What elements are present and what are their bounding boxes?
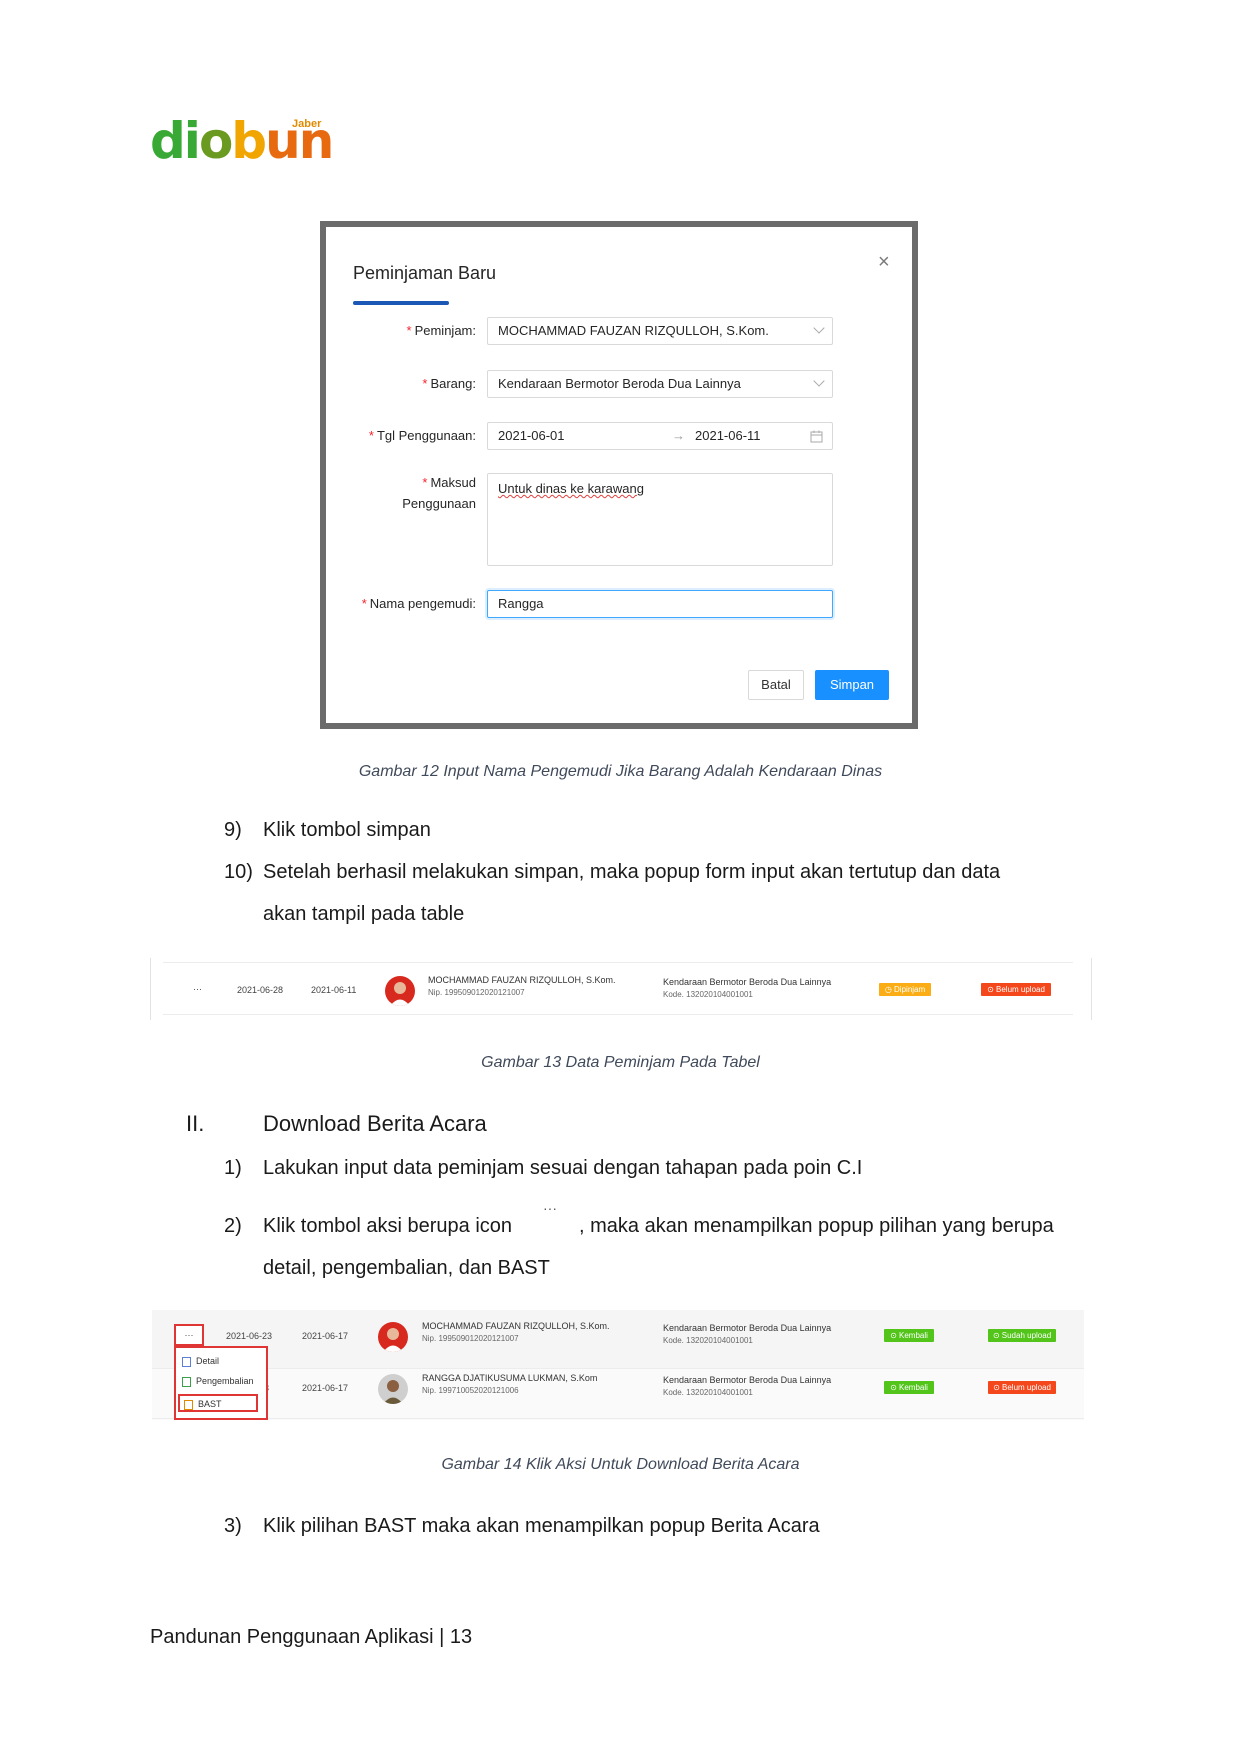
- figure-12-screenshot: Peminjaman Baru × * Peminjam: MOCHAMMAD F…: [320, 221, 918, 729]
- figure-14-screenshot: ··· 2021-06-23 2021-06-17 MOCHAMMAD FAUZ…: [152, 1310, 1084, 1420]
- action-button[interactable]: ···: [174, 1324, 204, 1346]
- more-icon: ···: [543, 1200, 557, 1216]
- pengemudi-label: * Nama pengemudi:: [361, 596, 476, 611]
- step-2-text-pre: Klik tombol aksi berupa icon: [263, 1215, 513, 1237]
- maksud-label: * Maksud Penggunaan: [402, 475, 476, 511]
- return-icon: [182, 1376, 191, 1387]
- borrower-name: RANGGA DJATIKUSUMA LUKMAN, S.Kom: [422, 1373, 598, 1383]
- menu-item-pengembalian[interactable]: Pengembalian: [182, 1376, 254, 1387]
- action-button[interactable]: ···: [193, 984, 202, 994]
- item-code: Kode. 132020104001001: [663, 990, 753, 999]
- step-9-text: Klik tombol simpan: [263, 819, 431, 841]
- item-code: Kode. 132020104001001: [663, 1388, 753, 1397]
- avatar: [378, 1374, 408, 1404]
- step-10-number: 10): [224, 861, 253, 883]
- close-icon[interactable]: ×: [878, 251, 890, 274]
- upload-badge: ⊙ Belum upload: [988, 1381, 1056, 1394]
- step-2-text-line2: detail, pengembalian, dan BAST: [263, 1257, 550, 1279]
- row-divider: [163, 962, 1073, 963]
- save-button[interactable]: Simpan: [815, 670, 889, 700]
- peminjam-label: * Peminjam:: [406, 323, 476, 338]
- borrower-nip: Nip. 199710052020121006: [422, 1386, 519, 1395]
- step-2-number: 2): [224, 1215, 242, 1237]
- modal-title: Peminjaman Baru: [353, 263, 497, 283]
- date-start[interactable]: 2021-06-01: [498, 428, 565, 443]
- item-name: Kendaraan Bermotor Beroda Dua Lainnya: [663, 1323, 832, 1333]
- date-start: 2021-06-28: [237, 985, 284, 995]
- date-end: 2021-06-17: [302, 1331, 349, 1341]
- maksud-textarea[interactable]: Untuk dinas ke karawang: [487, 473, 833, 566]
- logo-sub: Jaber: [292, 118, 322, 130]
- step-1-number: 1): [224, 1157, 242, 1179]
- pengemudi-input[interactable]: Rangga: [487, 590, 833, 618]
- borrower-nip: Nip. 199509012020121007: [428, 988, 525, 997]
- row-divider: [152, 1418, 1084, 1419]
- page-footer: Pandunan Penggunaan Aplikasi | 13: [150, 1626, 473, 1648]
- detail-icon: [182, 1356, 191, 1367]
- modal-title-underline: [353, 301, 449, 305]
- barang-select[interactable]: Kendaraan Bermotor Beroda Dua Lainnya: [487, 370, 833, 398]
- step-10-text-line2: akan tampil pada table: [263, 903, 465, 925]
- menu-item-bast[interactable]: BAST: [178, 1394, 258, 1412]
- calendar-icon: [810, 430, 823, 443]
- peminjam-value: MOCHAMMAD FAUZAN RIZQULLOH, S.Kom.: [498, 323, 769, 338]
- chevron-down-icon: [813, 322, 825, 334]
- figure-13-screenshot: ··· 2021-06-28 2021-06-11 MOCHAMMAD FAUZ…: [150, 958, 1092, 1020]
- date-start: 2021-06-23: [226, 1331, 273, 1341]
- step-9-number: 9): [224, 819, 242, 841]
- cancel-button[interactable]: Batal: [748, 670, 804, 700]
- section-number: II.: [186, 1111, 205, 1136]
- item-name: Kendaraan Bermotor Beroda Dua Lainnya: [663, 1375, 832, 1385]
- step-2-text-post: , maka akan menampilkan popup pilihan ya…: [579, 1215, 1054, 1237]
- row-divider: [163, 1014, 1073, 1015]
- date-range-picker[interactable]: 2021-06-01 → 2021-06-11: [487, 422, 833, 450]
- step-10-text-line1: Setelah berhasil melakukan simpan, maka …: [263, 861, 1001, 883]
- borrower-nip: Nip. 199509012020121007: [422, 1334, 519, 1343]
- borrower-name: MOCHAMMAD FAUZAN RIZQULLOH, S.Kom.: [422, 1321, 610, 1331]
- status-badge: ◷ Dipinjam: [879, 983, 931, 996]
- borrower-name: MOCHAMMAD FAUZAN RIZQULLOH, S.Kom.: [428, 975, 616, 985]
- step-3-text: Klik pilihan BAST maka akan menampilkan …: [263, 1515, 820, 1537]
- figure-12-caption: Gambar 12 Input Nama Pengemudi Jika Bara…: [358, 763, 883, 780]
- barang-value: Kendaraan Bermotor Beroda Dua Lainnya: [498, 376, 741, 391]
- tgl-label: * Tgl Penggunaan:: [368, 428, 476, 443]
- chevron-down-icon: [813, 375, 825, 387]
- step-3-number: 3): [224, 1515, 242, 1537]
- step-1-text: Lakukan input data peminjam sesuai denga…: [263, 1157, 863, 1179]
- arrow-right-icon: →: [672, 428, 685, 443]
- table-row: [152, 1310, 1084, 1368]
- date-end: 2021-06-11: [311, 985, 357, 995]
- section-title: Download Berita Acara: [263, 1111, 487, 1136]
- date-end[interactable]: 2021-06-11: [695, 423, 761, 449]
- figure-13-caption: Gambar 13 Data Peminjam Pada Tabel: [481, 1054, 760, 1071]
- upload-badge: ⊙ Belum upload: [981, 983, 1051, 996]
- pengemudi-value: Rangga: [498, 596, 544, 611]
- status-badge: ⊙ Kembali: [884, 1329, 934, 1342]
- action-menu: Detail Pengembalian BAST: [174, 1346, 268, 1420]
- figure-14-caption: Gambar 14 Klik Aksi Untuk Download Berit…: [441, 1456, 800, 1473]
- bast-icon: [184, 1399, 193, 1410]
- diobun-logo: diobun Jaber: [150, 112, 334, 170]
- barang-label: * Barang:: [422, 376, 476, 391]
- new-loan-modal: Peminjaman Baru × * Peminjam: MOCHAMMAD F…: [326, 227, 912, 723]
- item-name: Kendaraan Bermotor Beroda Dua Lainnya: [663, 977, 832, 987]
- menu-item-detail[interactable]: Detail: [182, 1356, 219, 1367]
- avatar: [385, 976, 415, 1006]
- date-end: 2021-06-17: [302, 1383, 349, 1393]
- peminjam-select[interactable]: MOCHAMMAD FAUZAN RIZQULLOH, S.Kom.: [487, 317, 833, 345]
- row-divider: [152, 1368, 1084, 1369]
- maksud-value: Untuk dinas ke karawang: [498, 481, 644, 496]
- status-badge: ⊙ Kembali: [884, 1381, 934, 1394]
- avatar: [378, 1322, 408, 1352]
- upload-badge: ⊙ Sudah upload: [988, 1329, 1056, 1342]
- item-code: Kode. 132020104001001: [663, 1336, 753, 1345]
